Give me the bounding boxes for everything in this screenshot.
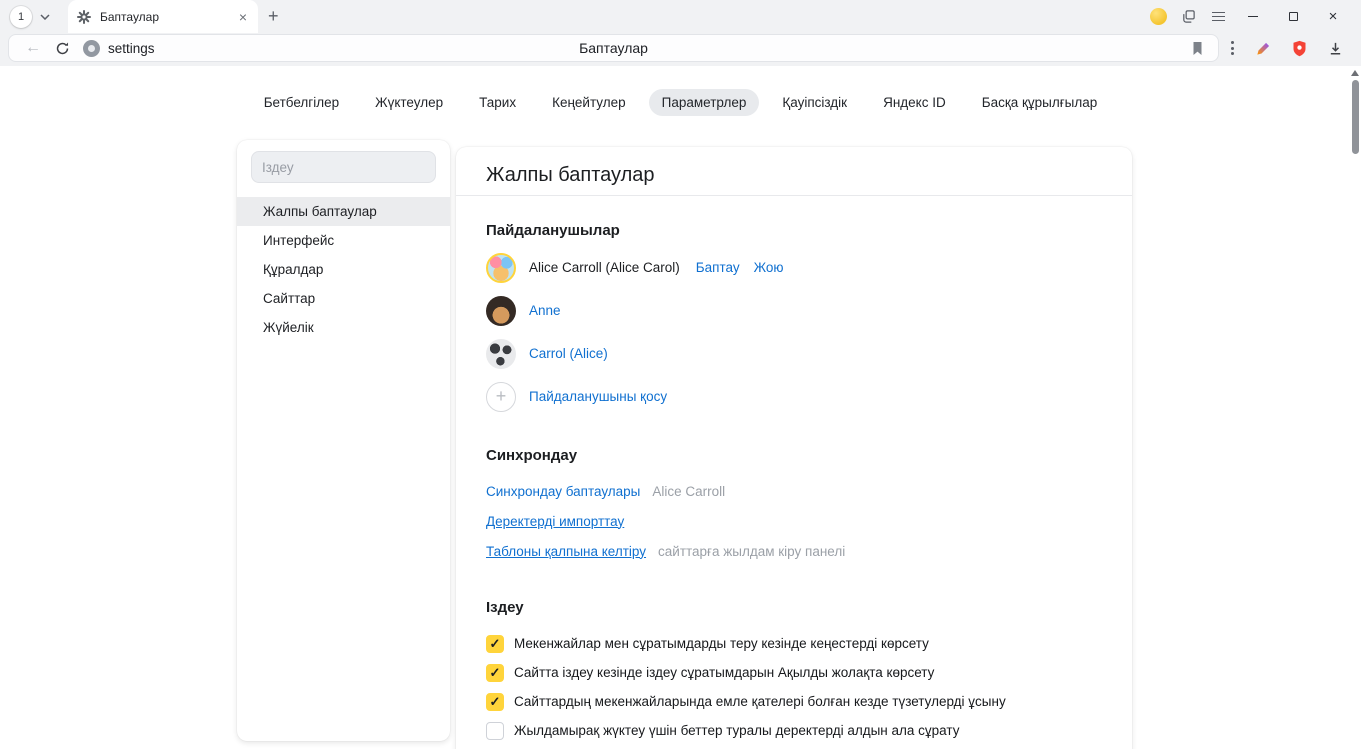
- user-link-carrol[interactable]: Carrol (Alice): [529, 346, 608, 361]
- avatar-anne[interactable]: [486, 296, 516, 326]
- side-panel-icon[interactable]: [1173, 5, 1203, 29]
- nav-tab-bookmarks[interactable]: Бетбелгілер: [251, 89, 352, 116]
- user-link-anne[interactable]: Anne: [529, 303, 561, 318]
- minimize-button[interactable]: [1233, 0, 1273, 33]
- address-menu-dots-icon[interactable]: [1219, 37, 1245, 59]
- maximize-button[interactable]: [1273, 0, 1313, 33]
- sidebar-item-general[interactable]: Жалпы баптаулар: [237, 197, 450, 226]
- search-heading: Іздеу: [486, 599, 1102, 616]
- close-button[interactable]: ×: [1313, 0, 1353, 33]
- page-title: Баптаулар: [579, 40, 648, 56]
- tab-close-icon[interactable]: ×: [237, 9, 249, 25]
- gear-icon: [77, 9, 92, 24]
- tab-settings[interactable]: Баптаулар ×: [68, 0, 258, 33]
- add-user-plus-icon[interactable]: +: [486, 382, 516, 412]
- page-scrollbar[interactable]: [1350, 70, 1360, 749]
- add-user-link[interactable]: Пайдаланушыны қосу: [529, 389, 667, 404]
- menu-hamburger-icon[interactable]: [1203, 5, 1233, 29]
- nav-tab-other-devices[interactable]: Басқа құрылғылар: [969, 89, 1111, 116]
- mood-emoji-icon[interactable]: [1143, 5, 1173, 29]
- option-suggestions-typing[interactable]: ✓ Мекенжайлар мен сұратымдарды теру кезі…: [486, 629, 1102, 658]
- nav-tab-history[interactable]: Тарих: [466, 89, 529, 116]
- sidebar-menu: Жалпы баптаулар Интерфейс Құралдар Сайтт…: [237, 197, 450, 342]
- avatar-alice[interactable]: [486, 253, 516, 283]
- checkbox-site-search-smartbar[interactable]: ✓: [486, 664, 504, 682]
- option-site-search-smartbar[interactable]: ✓ Сайтта іздеу кезінде іздеу сұратымдары…: [486, 658, 1102, 687]
- option-prefetch-pages[interactable]: Жылдамырақ жүктеу үшін беттер туралы дер…: [486, 716, 1102, 745]
- option-label: Мекенжайлар мен сұратымдарды теру кезінд…: [514, 636, 929, 651]
- tab-counter-button[interactable]: 1: [10, 6, 32, 28]
- sidebar-item-sites[interactable]: Сайттар: [237, 284, 450, 313]
- settings-sidebar: Жалпы баптаулар Интерфейс Құралдар Сайтт…: [237, 140, 450, 741]
- refresh-icon[interactable]: [49, 41, 75, 56]
- main-title: Жалпы баптаулар: [486, 164, 1102, 187]
- nav-tab-settings[interactable]: Параметрлер: [649, 89, 760, 116]
- option-label: Сайтта іздеу кезінде іздеу сұратымдарын …: [514, 665, 934, 680]
- nav-tab-security[interactable]: Қауіпсіздік: [769, 89, 860, 116]
- users-heading: Пайдаланушылар: [486, 222, 1102, 239]
- import-data-link[interactable]: Деректерді импорттау: [486, 514, 624, 529]
- settings-top-nav: Бетбелгілер Жүктеулер Тарих Кеңейтулер П…: [0, 66, 1361, 116]
- download-icon[interactable]: [1317, 35, 1353, 61]
- search-input[interactable]: [251, 151, 436, 183]
- delete-user-link[interactable]: Жою: [754, 260, 784, 275]
- browser-window: 1 Баптаулар × +: [0, 0, 1361, 749]
- user-row-carrol: Carrol (Alice): [486, 332, 1102, 375]
- settings-page: Бетбелгілер Жүктеулер Тарих Кеңейтулер П…: [0, 66, 1361, 749]
- import-data-row: Деректерді импорттау: [486, 506, 1102, 536]
- checkbox-spelling-corrections[interactable]: ✓: [486, 693, 504, 711]
- new-tab-button[interactable]: +: [258, 6, 289, 27]
- back-icon[interactable]: ←: [17, 39, 49, 57]
- site-icon: [83, 40, 100, 57]
- user-row-add: + Пайдаланушыны қосу: [486, 375, 1102, 418]
- tabs-chevron-down-icon[interactable]: [36, 8, 54, 26]
- user-row-current: Alice Carroll (Alice Carol) Баптау Жою: [486, 246, 1102, 289]
- option-label: Сайттардың мекенжайларында емле қателері…: [514, 694, 1006, 709]
- restore-tableau-link[interactable]: Таблоны қалпына келтіру: [486, 544, 646, 559]
- sync-account-note: Alice Carroll: [652, 484, 725, 499]
- bookmark-icon[interactable]: [1185, 41, 1210, 56]
- checkbox-suggestions-typing[interactable]: ✓: [486, 635, 504, 653]
- main-header: Жалпы баптаулар: [456, 147, 1132, 196]
- option-spelling-corrections[interactable]: ✓ Сайттардың мекенжайларында емле қателе…: [486, 687, 1102, 716]
- tab-bar: 1 Баптаулар × +: [0, 0, 1361, 33]
- tab-counter-value: 1: [18, 11, 24, 23]
- sync-settings-row: Синхрондау баптаулары Alice Carroll: [486, 476, 1102, 506]
- nav-tab-downloads[interactable]: Жүктеулер: [362, 89, 456, 116]
- sync-heading: Синхрондау: [486, 447, 1102, 464]
- nav-tab-extensions[interactable]: Кеңейтулер: [539, 89, 639, 116]
- restore-tableau-row: Таблоны қалпына келтіру сайттарға жылдам…: [486, 536, 1102, 566]
- checkbox-prefetch-pages[interactable]: [486, 722, 504, 740]
- pen-edit-icon[interactable]: [1245, 35, 1281, 61]
- url-text: settings: [108, 41, 155, 56]
- nav-tab-yandex-id[interactable]: Яндекс ID: [870, 89, 959, 116]
- sidebar-item-tools[interactable]: Құралдар: [237, 255, 450, 284]
- avatar-carrol[interactable]: [486, 339, 516, 369]
- sidebar-item-interface[interactable]: Интерфейс: [237, 226, 450, 255]
- scrollbar-up-arrow[interactable]: [1351, 70, 1359, 76]
- option-label: Жылдамырақ жүктеу үшін беттер туралы дер…: [514, 723, 959, 738]
- configure-user-link[interactable]: Баптау: [696, 260, 740, 275]
- user-row-anne: Anne: [486, 289, 1102, 332]
- sidebar-item-system[interactable]: Жүйелік: [237, 313, 450, 342]
- address-bar[interactable]: ← settings Баптаулар: [8, 34, 1219, 62]
- scrollbar-thumb[interactable]: [1352, 80, 1359, 154]
- tab-title: Баптаулар: [100, 10, 237, 24]
- protect-shield-icon[interactable]: [1281, 35, 1317, 61]
- tableau-note: сайттарға жылдам кіру панелі: [658, 544, 845, 559]
- toolbar: ← settings Баптаулар: [0, 33, 1361, 66]
- current-user-name: Alice Carroll (Alice Carol): [529, 260, 680, 275]
- sync-settings-link[interactable]: Синхрондау баптаулары: [486, 484, 640, 499]
- settings-main-panel: Жалпы баптаулар Пайдаланушылар Alice Car…: [456, 147, 1132, 749]
